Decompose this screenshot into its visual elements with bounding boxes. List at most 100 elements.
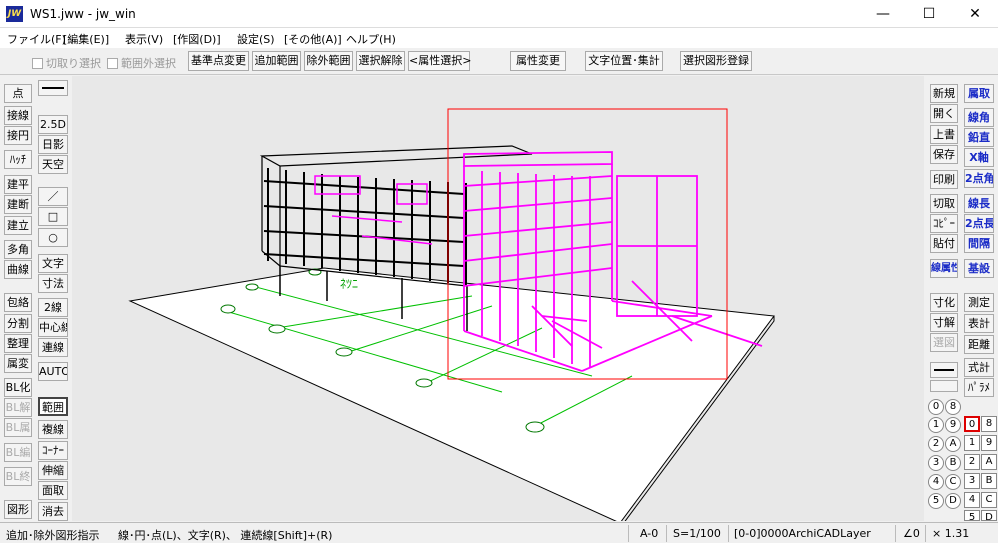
tool-corner[interactable]: ｺｰﾅｰ [38, 441, 68, 460]
cmd-copy[interactable]: ｺﾋﾟｰ [930, 214, 958, 233]
clear-selection-button[interactable]: 選択解除 [356, 51, 405, 71]
register-shape-button[interactable]: 選択図形登録 [680, 51, 752, 71]
layer-group-b[interactable]: B [945, 455, 961, 471]
tool-double-line[interactable]: 2線 [38, 298, 68, 317]
cmd-parameter[interactable]: ﾊﾟﾗﾒ [964, 378, 994, 397]
menu-file[interactable]: ファイル(F) [7, 31, 66, 47]
tool-envelope[interactable]: 包絡 [4, 293, 32, 312]
menu-edit[interactable]: [編集(E)] [63, 31, 109, 47]
tool-divide[interactable]: 分割 [4, 314, 32, 333]
tool-curve[interactable]: 曲線 [4, 260, 32, 279]
tool-dimension[interactable]: 寸法 [38, 274, 68, 293]
layer-group-0[interactable]: 0 [928, 399, 944, 415]
tool-erase[interactable]: 消去 [38, 502, 68, 521]
status-scale[interactable]: S=1/100 [673, 527, 721, 540]
tool-building-elevation[interactable]: 建立 [4, 216, 32, 235]
tool-range[interactable]: 範囲 [38, 397, 68, 416]
tool-block-end[interactable]: BL終 [4, 467, 32, 486]
menu-settings[interactable]: 設定(S) [237, 31, 275, 47]
tool-block-attr[interactable]: BL属 [4, 418, 32, 437]
cmd-distance[interactable]: 距離 [964, 335, 994, 354]
tool-copy-line[interactable]: 複線 [38, 420, 68, 439]
tool-sky[interactable]: 天空 [38, 155, 68, 174]
menu-other[interactable]: [その他(A)] [284, 31, 342, 47]
layer-group-4[interactable]: 4 [928, 474, 944, 490]
close-button[interactable]: ✕ [952, 0, 998, 28]
tool-connect-line[interactable]: 連線 [38, 338, 68, 357]
layer-8[interactable]: 8 [981, 416, 997, 432]
tool-rectangle[interactable]: □ [38, 207, 68, 226]
layer-group-c[interactable]: C [945, 474, 961, 490]
tool-tangent[interactable]: 接線 [4, 106, 32, 125]
layer-group-d[interactable]: D [945, 493, 961, 509]
text-position-button[interactable]: 文字位置･集計 [585, 51, 663, 71]
cmd-print[interactable]: 印刷 [930, 170, 958, 189]
layer-0[interactable]: 0 [964, 416, 980, 432]
attribute-change-button[interactable]: 属性変更 [510, 51, 566, 71]
tool-shadow[interactable]: 日影 [38, 135, 68, 154]
layer-5[interactable]: 5 [964, 510, 980, 521]
attribute-select-button[interactable]: <属性選択> [408, 51, 471, 71]
cmd-cut[interactable]: 切取 [930, 194, 958, 213]
cmd-measure[interactable]: 測定 [964, 293, 994, 312]
layer-d[interactable]: D [981, 510, 997, 521]
layer-1[interactable]: 1 [964, 435, 980, 451]
tool-text[interactable]: 文字 [38, 254, 68, 273]
menu-help[interactable]: ヘルプ(H) [346, 31, 396, 47]
cmd-line-angle[interactable]: 線角 [964, 108, 994, 127]
cmd-dim-release[interactable]: 寸解 [930, 313, 958, 332]
status-layer-name[interactable]: [0-0]0000ArchiCADLayer [734, 527, 871, 540]
cmd-2pt-angle[interactable]: 2点角 [964, 169, 994, 188]
menu-view[interactable]: 表示(V) [125, 31, 163, 47]
exclude-range-button[interactable]: 除外範囲 [304, 51, 353, 71]
layer-group-1[interactable]: 1 [928, 417, 944, 433]
cmd-overwrite[interactable]: 上書 [930, 125, 958, 144]
cmd-2pt-length[interactable]: 2点長 [964, 214, 994, 233]
tool-block-release[interactable]: BL解 [4, 398, 32, 417]
layer-3[interactable]: 3 [964, 473, 980, 489]
tool-center-line[interactable]: 中心線 [38, 318, 68, 337]
tool-hatch[interactable]: ﾊｯﾁ [4, 150, 32, 169]
tool-building-section[interactable]: 建断 [4, 195, 32, 214]
tool-organize[interactable]: 整理 [4, 334, 32, 353]
layer-2[interactable]: 2 [964, 454, 980, 470]
tool-auto[interactable]: AUTO [38, 362, 68, 381]
base-point-change-button[interactable]: 基準点変更 [188, 51, 249, 71]
tool-building-plan[interactable]: 建平 [4, 175, 32, 194]
layer-group-5[interactable]: 5 [928, 493, 944, 509]
tool-tangent-circle[interactable]: 接円 [4, 126, 32, 145]
tool-attr-change[interactable]: 属変 [4, 354, 32, 373]
tool-block-edit[interactable]: BL編 [4, 443, 32, 462]
cmd-new[interactable]: 新規 [930, 84, 958, 103]
cmd-interval[interactable]: 間隔 [964, 234, 994, 253]
line-type-indicator[interactable] [38, 80, 68, 96]
tool-2-5d[interactable]: 2.5D [38, 115, 68, 134]
cmd-line-length[interactable]: 線長 [964, 194, 994, 213]
cmd-save[interactable]: 保存 [930, 145, 958, 164]
cmd-paste[interactable]: 貼付 [930, 234, 958, 253]
layer-group-9[interactable]: 9 [945, 417, 961, 433]
cmd-dim-convert[interactable]: 寸化 [930, 293, 958, 312]
layer-group-3[interactable]: 3 [928, 455, 944, 471]
tool-circle[interactable]: ○ [38, 228, 68, 247]
layer-9[interactable]: 9 [981, 435, 997, 451]
menu-draw[interactable]: [作図(D)] [173, 31, 221, 47]
drawing-canvas[interactable]: ﾈﾂﾆ [72, 76, 924, 521]
layer-a[interactable]: A [981, 454, 997, 470]
tool-polygon[interactable]: 多角 [4, 240, 32, 259]
add-range-button[interactable]: 追加範囲 [252, 51, 301, 71]
tool-chamfer[interactable]: 面取 [38, 481, 68, 500]
cmd-open[interactable]: 開く [930, 104, 958, 123]
layer-group-a[interactable]: A [945, 436, 961, 452]
cmd-base-set[interactable]: 基設 [964, 259, 994, 278]
cmd-attr-get[interactable]: 属取 [964, 84, 994, 103]
layer-c[interactable]: C [981, 492, 997, 508]
cmd-line-attr[interactable]: 線属性 [930, 259, 958, 278]
layer-4[interactable]: 4 [964, 492, 980, 508]
tool-shape[interactable]: 図形 [4, 500, 32, 519]
tool-line[interactable]: ／ [38, 187, 68, 206]
cmd-formula[interactable]: 式計 [964, 358, 994, 377]
line-color-indicator[interactable] [930, 362, 958, 378]
cmd-x-axis[interactable]: X軸 [964, 148, 994, 167]
tool-point[interactable]: 点 [4, 84, 32, 103]
